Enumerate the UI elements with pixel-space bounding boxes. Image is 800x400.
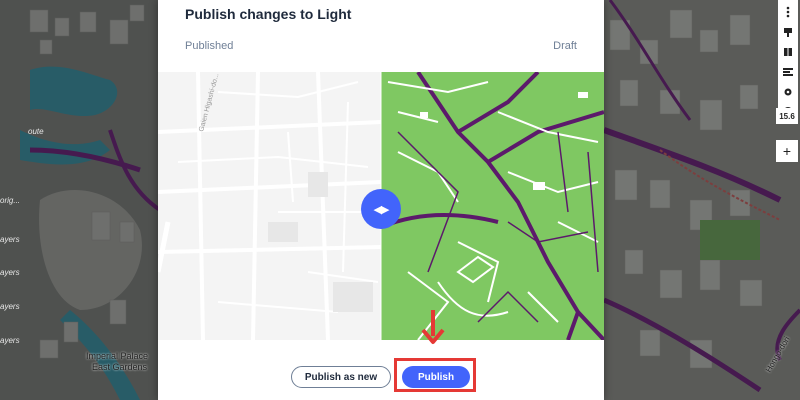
sidebar-item-label: oute: [28, 127, 44, 136]
place-label: Imperial Palace: [86, 351, 149, 361]
publish-modal: Publish changes to Light Published Draft: [158, 0, 604, 400]
sidebar-item-label[interactable]: ayers: [0, 302, 20, 311]
publish-button[interactable]: Publish: [402, 366, 470, 388]
place-label: East Gardens: [92, 362, 148, 372]
published-label: Published: [185, 40, 234, 52]
zoom-level-readout: 15.6: [776, 108, 798, 124]
paint-icon[interactable]: [780, 24, 796, 40]
modal-footer: Publish as new Publish: [158, 310, 604, 400]
sidebar-item-label[interactable]: orig...: [0, 196, 20, 205]
publish-as-new-button[interactable]: Publish as new: [291, 366, 391, 388]
sidebar-item-label[interactable]: ayers: [0, 336, 20, 345]
draft-label: Draft: [553, 40, 577, 52]
gear-icon[interactable]: [780, 84, 796, 100]
settings-dots-icon[interactable]: [780, 4, 796, 20]
layers-icon[interactable]: [780, 64, 796, 80]
zoom-in-button[interactable]: +: [776, 140, 798, 162]
arrow-down-icon: [421, 310, 445, 344]
book-icon[interactable]: [780, 44, 796, 60]
right-toolbar: ?: [778, 0, 798, 122]
sidebar-item-label[interactable]: ayers: [0, 268, 20, 277]
style-comparison[interactable]: Gaien Higashi-do... ◀▶: [158, 72, 604, 340]
modal-title: Publish changes to Light: [185, 6, 352, 22]
sidebar-item-label[interactable]: ayers: [0, 235, 20, 244]
split-arrows-icon[interactable]: ◀▶: [361, 189, 401, 229]
